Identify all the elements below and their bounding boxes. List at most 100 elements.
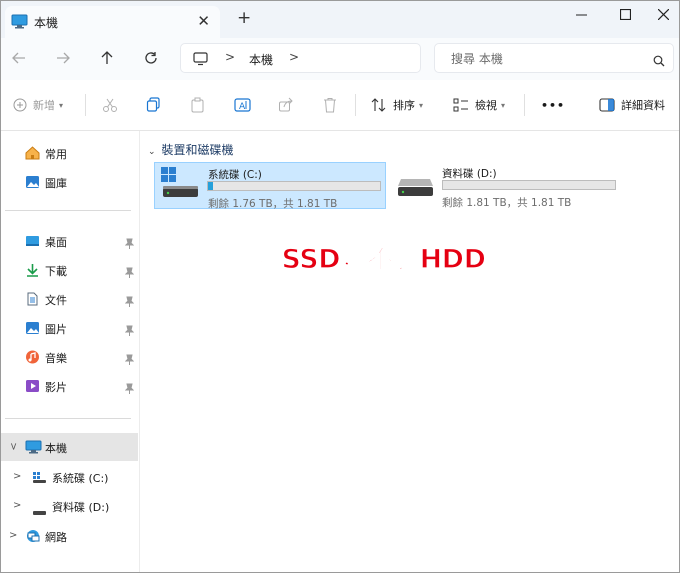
divider (524, 94, 525, 116)
clipboard-icon (191, 97, 204, 113)
sidebar-item-label: 系統碟 (C:) (52, 472, 109, 485)
more-options-button[interactable]: ••• (541, 95, 565, 115)
drive-usage-bar (442, 180, 616, 190)
chevron-down-icon: ▾ (501, 100, 506, 110)
sidebar-item-gallery[interactable]: 圖庫 (1, 168, 138, 196)
chevron-down-icon: ▾ (419, 100, 424, 110)
back-button[interactable] (7, 48, 31, 68)
sidebar-item-label: 文件 (45, 294, 67, 307)
chevron-right-icon[interactable]: > (13, 471, 21, 482)
network-icon (25, 528, 41, 547)
drive-d-tile[interactable]: 資料碟 (D:) 剩餘 1.81 TB，共 1.81 TB (390, 162, 622, 209)
video-icon (25, 378, 40, 397)
view-label: 檢視 (475, 99, 497, 112)
tab-this-pc[interactable]: 本機 ✕ (5, 6, 220, 38)
sort-label: 排序 (393, 99, 415, 112)
chevron-right-icon: > (225, 50, 236, 64)
view-button[interactable]: 檢視 ▾ (453, 95, 505, 115)
new-label: 新增 (33, 99, 55, 112)
monitor-icon (193, 51, 208, 70)
chevron-right-icon[interactable]: > (289, 50, 299, 64)
document-icon (25, 291, 40, 310)
details-pane-icon (599, 98, 615, 112)
sidebar-item-downloads[interactable]: 下載 (1, 256, 138, 284)
rename-icon: A (234, 98, 251, 112)
annotation-text: 雙SSD，不裝HDD (254, 243, 486, 275)
sidebar-item-desktop[interactable]: 桌面 (1, 227, 138, 255)
group-header[interactable]: ⌄ 裝置和磁碟機 (148, 141, 234, 158)
drive-name: 系統碟 (C:) (208, 169, 262, 181)
sidebar-item-pictures[interactable]: 圖片 (1, 314, 138, 342)
new-button[interactable]: 新增 ▾ (13, 95, 63, 115)
sidebar-item-home[interactable]: 常用 (1, 139, 138, 167)
pin-icon[interactable] (124, 292, 135, 311)
sidebar-item-music[interactable]: 音樂 (1, 343, 138, 371)
sidebar-item-label: 圖片 (45, 323, 67, 336)
chevron-right-icon[interactable]: > (13, 500, 21, 511)
pc-icon (25, 439, 42, 458)
cut-button[interactable] (102, 95, 118, 115)
chevron-down-icon[interactable]: > (8, 442, 19, 450)
trash-icon (324, 98, 336, 113)
sidebar-item-documents[interactable]: 文件 (1, 285, 138, 313)
arrow-up-icon (101, 51, 113, 64)
up-button[interactable] (95, 48, 119, 68)
svg-text:A: A (239, 102, 246, 112)
sidebar-item-videos[interactable]: 影片 (1, 372, 138, 400)
breadcrumb-this-pc[interactable]: 本機 (249, 51, 273, 68)
search-input[interactable] (449, 49, 643, 69)
sidebar-item-label: 常用 (45, 148, 67, 161)
search-box[interactable] (434, 43, 674, 73)
gallery-icon (25, 174, 40, 193)
sidebar-item-this-pc[interactable]: > 本機 (1, 433, 138, 461)
music-icon (25, 349, 40, 368)
sidebar-item-network[interactable]: > 網路 (1, 522, 138, 550)
maximize-button[interactable] (603, 1, 647, 27)
sidebar-item-label: 影片 (45, 381, 67, 394)
navigation-bar: > 本機 > (1, 38, 679, 80)
drive-c-tile[interactable]: 系統碟 (C:) 剩餘 1.76 TB，共 1.81 TB (154, 162, 386, 210)
sidebar-item-drive-d[interactable]: > 資料碟 (D:) (1, 492, 138, 520)
sidebar-item-label: 網路 (45, 531, 67, 544)
drive-space-status: 剩餘 1.76 TB，共 1.81 TB (208, 198, 338, 210)
pin-icon[interactable] (124, 350, 135, 369)
sort-button[interactable]: 排序 ▾ (371, 95, 423, 115)
drive-space-status: 剩餘 1.81 TB，共 1.81 TB (442, 197, 572, 209)
windows-drive-icon (32, 469, 47, 488)
sort-icon (371, 98, 386, 112)
pane-divider[interactable] (139, 131, 140, 572)
search-icon (653, 52, 665, 71)
rename-button[interactable]: A (234, 95, 251, 115)
divider (355, 94, 356, 116)
drive-icon (395, 165, 435, 203)
pin-icon[interactable] (124, 234, 135, 253)
new-tab-button[interactable]: + (237, 10, 251, 27)
arrow-right-icon (57, 52, 70, 64)
title-bar: 本機 ✕ + (1, 1, 679, 38)
close-window-button[interactable] (647, 1, 679, 27)
pin-icon[interactable] (124, 321, 135, 340)
pin-icon[interactable] (124, 263, 135, 282)
sidebar-divider (5, 418, 131, 419)
refresh-button[interactable] (139, 48, 163, 68)
minimize-button[interactable] (559, 1, 603, 27)
address-bar[interactable]: > 本機 > (180, 43, 421, 73)
sidebar-item-drive-c[interactable]: > 系統碟 (C:) (1, 463, 138, 491)
pin-icon[interactable] (124, 379, 135, 398)
copy-button[interactable] (146, 95, 162, 115)
sidebar-item-label: 下載 (45, 265, 67, 278)
chevron-right-icon[interactable]: > (9, 530, 17, 541)
forward-button[interactable] (51, 48, 75, 68)
share-button[interactable] (278, 95, 294, 115)
pc-icon (11, 14, 28, 33)
tab-close-icon[interactable]: ✕ (197, 12, 210, 30)
delete-button[interactable] (323, 95, 337, 115)
arrow-left-icon (12, 52, 25, 64)
details-label: 詳細資料 (621, 99, 665, 112)
divider (85, 94, 86, 116)
details-pane-button[interactable]: 詳細資料 (599, 95, 665, 115)
chevron-down-icon: ⌄ (148, 147, 156, 157)
paste-button[interactable] (190, 95, 206, 115)
drive-name: 資料碟 (D:) (442, 168, 497, 180)
refresh-icon (145, 52, 157, 64)
